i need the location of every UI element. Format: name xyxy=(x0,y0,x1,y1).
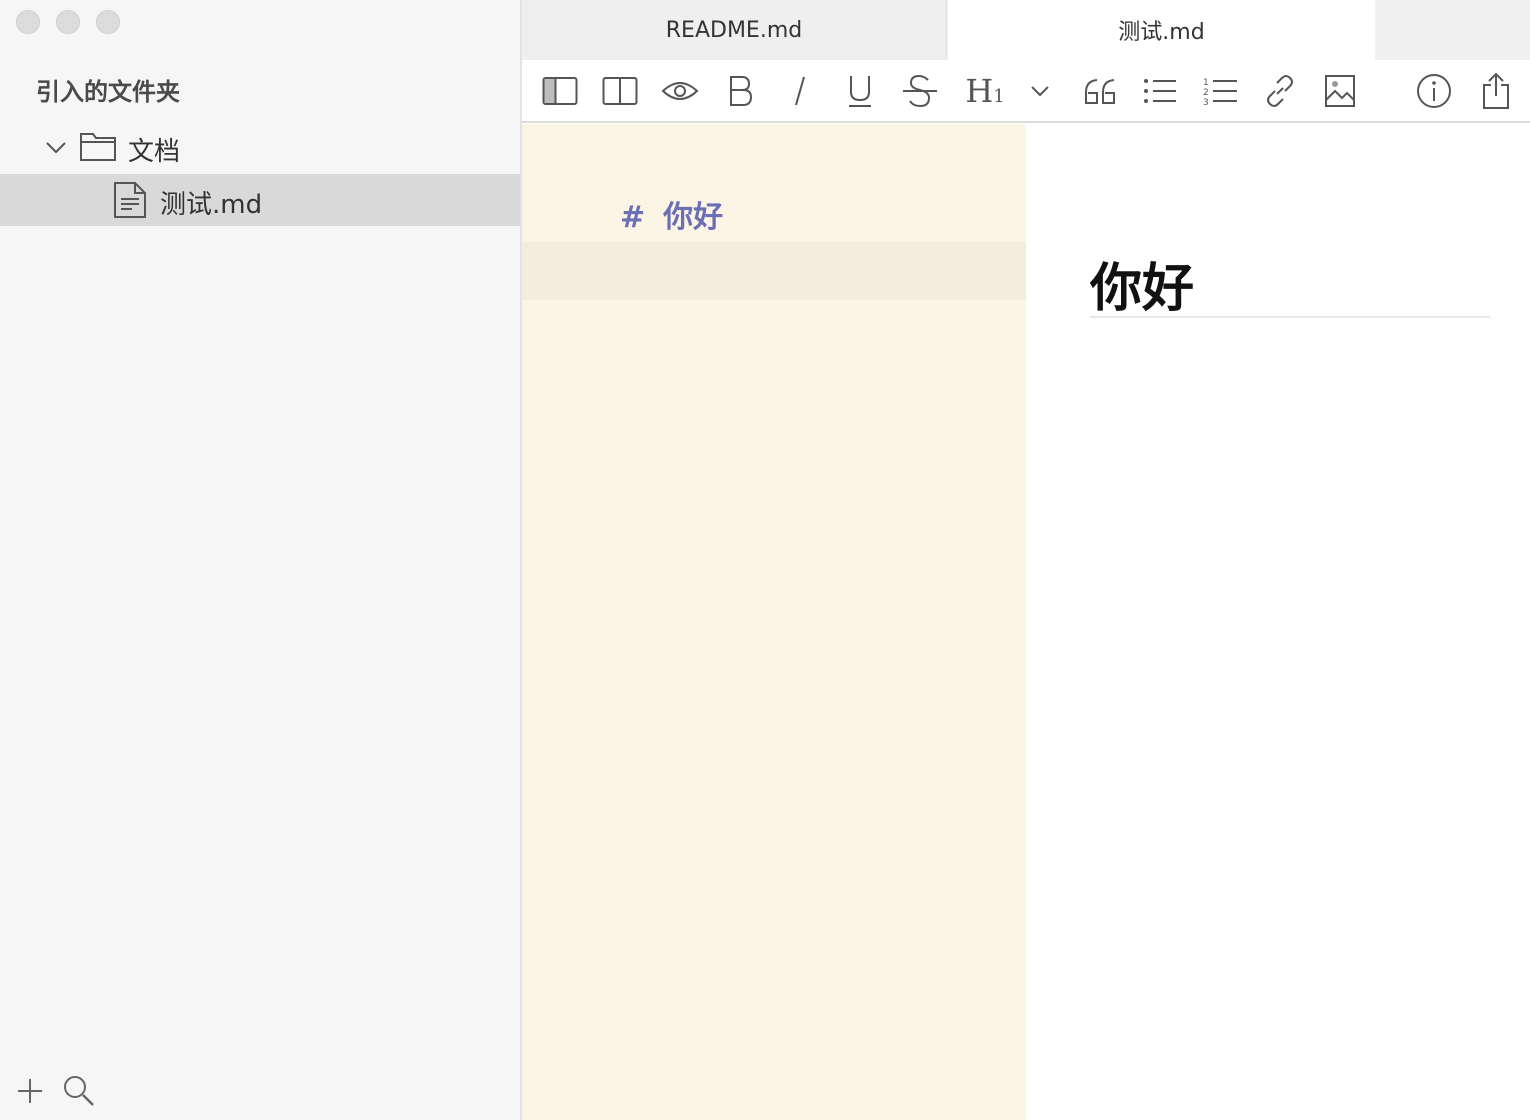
preview-heading: 你好 xyxy=(1090,259,1195,319)
minimize-window-button[interactable] xyxy=(56,10,80,34)
sidebar-heading: 引入的文件夹 xyxy=(36,78,180,106)
italic-icon xyxy=(795,76,805,106)
search-icon[interactable] xyxy=(62,1074,96,1108)
heading-label: H xyxy=(965,72,994,110)
split-view-button[interactable] xyxy=(600,70,640,112)
split-view-icon xyxy=(602,77,638,105)
folder-row[interactable]: 文档 xyxy=(0,121,520,173)
tab-test-md[interactable]: 测试.md xyxy=(948,0,1375,60)
heading-sub: 1 xyxy=(993,86,1005,107)
numbered-list-icon: 1 2 3 xyxy=(1203,78,1237,106)
sidebar: 引入的文件夹 文档 测试.md xyxy=(0,0,520,1120)
info-icon xyxy=(1417,74,1451,108)
link-button[interactable] xyxy=(1260,70,1300,112)
share-icon xyxy=(1483,72,1509,109)
bullet-list-button[interactable] xyxy=(1140,70,1180,112)
link-icon xyxy=(1267,75,1293,107)
editor-heading-text: 你好 xyxy=(663,200,724,235)
file-label: 测试.md xyxy=(160,190,263,220)
sidebar-toggle-button[interactable] xyxy=(540,70,580,112)
image-button[interactable] xyxy=(1320,70,1360,112)
share-button[interactable] xyxy=(1476,70,1516,112)
current-line-highlight xyxy=(522,242,1026,300)
preview-pane: 你好 xyxy=(1026,124,1530,1120)
heading-dropdown-button[interactable] xyxy=(1028,70,1052,112)
quote-icon xyxy=(1085,79,1115,104)
preview-eye-icon xyxy=(661,82,699,100)
markdown-editor[interactable]: # 你好 xyxy=(522,124,1026,1120)
plus-icon[interactable] xyxy=(16,1074,44,1108)
quote-button[interactable] xyxy=(1080,70,1120,112)
underline-icon xyxy=(849,76,871,107)
chevron-down-icon[interactable] xyxy=(44,135,68,159)
editor-heading-line: # 你好 xyxy=(620,192,723,236)
preview-button[interactable] xyxy=(660,70,700,112)
strikethrough-icon xyxy=(903,74,937,108)
folder-icon xyxy=(80,133,116,161)
numbered-list-button[interactable]: 1 2 3 xyxy=(1200,70,1240,112)
underline-button[interactable] xyxy=(840,70,880,112)
svg-text:1: 1 xyxy=(1203,78,1209,88)
heading-syntax-hash: # xyxy=(620,200,646,235)
file-row[interactable]: 测试.md xyxy=(0,174,520,226)
zoom-window-button[interactable] xyxy=(96,10,120,34)
strikethrough-button[interactable] xyxy=(900,70,940,112)
info-button[interactable] xyxy=(1414,70,1454,112)
close-window-button[interactable] xyxy=(16,10,40,34)
sidebar-toggle-icon xyxy=(542,77,578,105)
heading-icon: H1 xyxy=(965,72,1004,110)
toolbar: H1 1 2 3 xyxy=(522,60,1530,123)
svg-text:3: 3 xyxy=(1203,98,1209,106)
heading-dropdown-icon xyxy=(1031,86,1049,97)
bullet-list-icon xyxy=(1144,79,1176,103)
image-icon xyxy=(1325,75,1355,107)
heading-button[interactable]: H1 xyxy=(962,70,1008,112)
tab-bar: README.md 测试.md xyxy=(522,0,1530,60)
italic-button[interactable] xyxy=(780,70,820,112)
document-icon xyxy=(114,182,146,218)
tab-readme[interactable]: README.md xyxy=(522,0,947,60)
folder-label: 文档 xyxy=(128,137,181,167)
heading-underline-rule xyxy=(1090,316,1490,318)
bold-button[interactable] xyxy=(720,70,760,112)
svg-text:2: 2 xyxy=(1203,88,1209,98)
bold-icon xyxy=(730,76,753,106)
